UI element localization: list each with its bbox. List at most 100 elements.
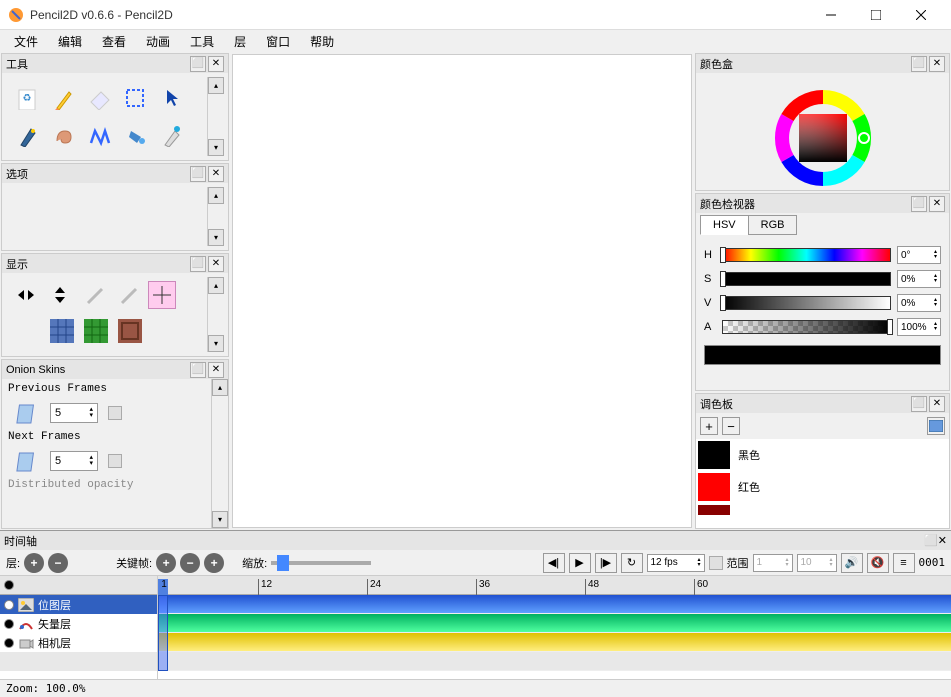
close-icon[interactable]: ✕ <box>929 396 945 412</box>
close-icon[interactable]: ✕ <box>938 534 947 547</box>
float-icon[interactable]: ⬜ <box>190 166 206 182</box>
playhead[interactable] <box>158 595 168 671</box>
float-icon[interactable]: ⬜ <box>911 56 927 72</box>
range-checkbox[interactable] <box>709 556 723 570</box>
display-scrollbar[interactable]: ▴▾ <box>207 277 224 352</box>
close-icon[interactable]: ✕ <box>208 56 224 72</box>
safe-area-button[interactable] <box>116 317 144 345</box>
select-tool[interactable] <box>120 83 150 113</box>
layer-item-vector[interactable]: 矢量层 <box>0 614 157 633</box>
float-icon[interactable]: ⬜ <box>190 256 206 272</box>
last-frame-button[interactable]: |▶ <box>595 553 617 573</box>
float-icon[interactable]: ⬜ <box>924 534 938 547</box>
remove-keyframe-button[interactable]: − <box>180 553 200 573</box>
h-slider[interactable] <box>722 248 891 262</box>
layer-visibility-all[interactable] <box>4 580 14 590</box>
layer-visibility-icon[interactable] <box>4 638 14 648</box>
h-value[interactable]: 0°▴▾ <box>897 246 941 264</box>
loop-button[interactable]: ↻ <box>621 553 643 573</box>
next-frames-checkbox[interactable] <box>108 454 122 468</box>
track-vector[interactable] <box>158 614 951 633</box>
maximize-button[interactable] <box>853 1 898 29</box>
eraser-tool[interactable] <box>84 83 114 113</box>
sound-off-button[interactable]: 🔇 <box>867 553 889 573</box>
palette-view-button[interactable] <box>927 417 945 435</box>
add-layer-button[interactable]: + <box>24 553 44 573</box>
track-bitmap[interactable] <box>158 595 951 614</box>
mirror-v-button[interactable] <box>46 281 74 309</box>
tab-hsv[interactable]: HSV <box>700 215 749 235</box>
canvas[interactable] <box>232 54 692 528</box>
tools-scrollbar[interactable]: ▴▾ <box>207 77 224 156</box>
menu-view[interactable]: 查看 <box>92 31 136 52</box>
options-scrollbar[interactable]: ▴▾ <box>207 187 224 246</box>
prev-onion-button[interactable] <box>80 281 108 309</box>
onion-scrollbar[interactable]: ▴▾ <box>211 379 228 528</box>
close-icon[interactable]: ✕ <box>208 166 224 182</box>
menu-help[interactable]: 帮助 <box>300 31 344 52</box>
float-icon[interactable]: ⬜ <box>190 56 206 72</box>
fps-input[interactable]: 12 fps▴▾ <box>647 554 705 572</box>
menu-tools[interactable]: 工具 <box>180 31 224 52</box>
close-icon[interactable]: ✕ <box>929 56 945 72</box>
move-tool[interactable] <box>156 83 186 113</box>
layer-item-camera[interactable]: 相机层 <box>0 633 157 652</box>
range-start-input[interactable]: 1▴▾ <box>753 554 793 572</box>
remove-color-button[interactable]: − <box>722 417 740 435</box>
menu-window[interactable]: 窗口 <box>256 31 300 52</box>
range-end-input[interactable]: 10▴▾ <box>797 554 837 572</box>
palette-item[interactable]: 黑色 <box>696 439 949 471</box>
next-frames-spinner[interactable]: 5▴▾ <box>50 451 98 471</box>
next-onion-button[interactable] <box>114 281 142 309</box>
pen-tool[interactable] <box>12 120 42 150</box>
menu-icon[interactable]: ≡ <box>893 553 915 573</box>
pencil-tool[interactable] <box>48 83 78 113</box>
close-icon[interactable]: ✕ <box>208 362 224 378</box>
track-area[interactable]: 1 12 24 36 48 60 <box>158 576 951 679</box>
first-frame-button[interactable]: ◀| <box>543 553 565 573</box>
tab-rgb[interactable]: RGB <box>748 215 798 235</box>
clear-tool[interactable]: ♻ <box>12 83 42 113</box>
sound-on-button[interactable]: 🔊 <box>841 553 863 573</box>
a-value[interactable]: 100%▴▾ <box>897 318 941 336</box>
thirds-grid-button[interactable] <box>48 317 76 345</box>
remove-layer-button[interactable]: − <box>48 553 68 573</box>
duplicate-keyframe-button[interactable]: + <box>204 553 224 573</box>
play-button[interactable]: ▶ <box>569 553 591 573</box>
palette-item[interactable] <box>696 503 949 517</box>
track-camera[interactable] <box>158 633 951 652</box>
timeline-ruler[interactable]: 1 12 24 36 48 60 <box>158 576 951 595</box>
float-icon[interactable]: ⬜ <box>911 196 927 212</box>
color-wheel[interactable] <box>768 83 878 190</box>
prev-frames-spinner[interactable]: 5▴▾ <box>50 403 98 423</box>
eyedropper-tool[interactable] <box>156 120 186 150</box>
smudge-tool[interactable] <box>48 120 78 150</box>
grid-button[interactable] <box>148 281 176 309</box>
v-value[interactable]: 0%▴▾ <box>897 294 941 312</box>
menu-layer[interactable]: 层 <box>224 31 256 52</box>
a-slider[interactable] <box>722 320 891 334</box>
add-color-button[interactable]: + <box>700 417 718 435</box>
bucket-tool[interactable] <box>120 120 150 150</box>
timeline-zoom-slider[interactable] <box>271 561 371 565</box>
s-slider[interactable] <box>722 272 891 286</box>
prev-frames-checkbox[interactable] <box>108 406 122 420</box>
v-slider[interactable] <box>722 296 891 310</box>
menu-animation[interactable]: 动画 <box>136 31 180 52</box>
close-button[interactable] <box>898 1 943 29</box>
minimize-button[interactable] <box>808 1 853 29</box>
s-value[interactable]: 0%▴▾ <box>897 270 941 288</box>
palette-item[interactable]: 红色 <box>696 471 949 503</box>
add-keyframe-button[interactable]: + <box>156 553 176 573</box>
menu-edit[interactable]: 编辑 <box>48 31 92 52</box>
close-icon[interactable]: ✕ <box>208 256 224 272</box>
golden-grid-button[interactable] <box>82 317 110 345</box>
float-icon[interactable]: ⬜ <box>190 362 206 378</box>
float-icon[interactable]: ⬜ <box>911 396 927 412</box>
menu-file[interactable]: 文件 <box>4 31 48 52</box>
mirror-h-button[interactable] <box>12 281 40 309</box>
layer-item-bitmap[interactable]: 位图层 <box>0 595 157 614</box>
close-icon[interactable]: ✕ <box>929 196 945 212</box>
layer-visibility-icon[interactable] <box>4 600 14 610</box>
polyline-tool[interactable] <box>84 120 114 150</box>
